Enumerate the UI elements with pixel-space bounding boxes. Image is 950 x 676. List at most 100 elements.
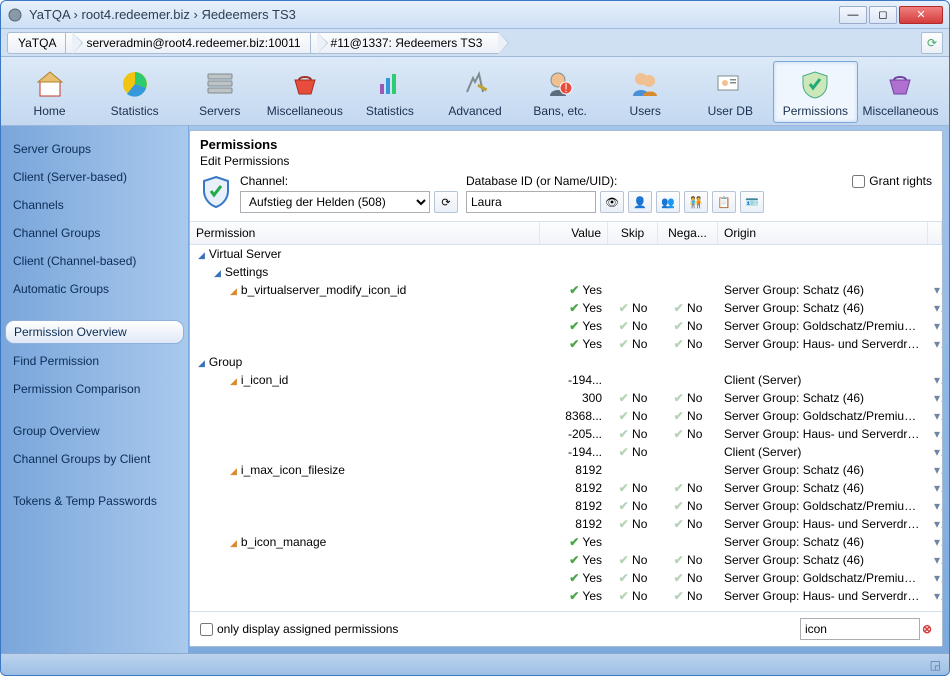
permission-row[interactable]: ◢b_virtualserver_modify_icon_id✔ YesServ… <box>190 281 942 299</box>
card-icon[interactable]: 🪪 <box>740 191 764 213</box>
db-id-input[interactable] <box>466 191 596 213</box>
tree-group[interactable]: ◢Settings <box>190 263 942 281</box>
toolbar-permissions[interactable]: Permissions <box>773 61 858 123</box>
row-expand-icon[interactable] <box>928 246 942 262</box>
row-expand-icon[interactable]: ▾ <box>928 426 942 442</box>
expand-icon: ◢ <box>198 358 205 368</box>
sidebar-item-group-overview[interactable]: Group Overview <box>5 420 184 442</box>
row-expand-icon[interactable]: ▾ <box>928 552 942 568</box>
row-expand-icon[interactable]: ▾ <box>928 498 942 514</box>
row-expand-icon[interactable]: ▾ <box>928 372 942 388</box>
crumb-2[interactable]: #11@1337: Яedeemers TS3 <box>310 32 500 54</box>
row-expand-icon[interactable]: ▾ <box>928 300 942 316</box>
permission-row[interactable]: 8192✔ No✔ NoServer Group: Haus- und Serv… <box>190 515 942 533</box>
grant-rights-checkbox[interactable]: Grant rights <box>852 174 932 188</box>
group-icon[interactable]: 👥 <box>656 191 680 213</box>
permission-row[interactable]: ✔ Yes✔ No✔ NoServer Group: Schatz (46)▾ <box>190 551 942 569</box>
sidebar-item-client-channel-based-[interactable]: Client (Channel-based) <box>5 250 184 272</box>
toolbar-advanced[interactable]: Advanced <box>432 61 517 123</box>
sidebar-item-tokens-temp-passwords[interactable]: Tokens & Temp Passwords <box>5 490 184 512</box>
tree-group[interactable]: ◢Group <box>190 353 942 371</box>
row-expand-icon[interactable] <box>928 264 942 280</box>
toolbar-miscellaneous[interactable]: Miscellaneous <box>858 61 943 123</box>
toolbar-icon <box>797 66 833 102</box>
toolbar-statistics[interactable]: Statistics <box>92 61 177 123</box>
permission-row[interactable]: ◢i_max_icon_filesize8192Server Group: Sc… <box>190 461 942 479</box>
crumb-0[interactable]: YaTQA <box>7 32 73 54</box>
row-expand-icon[interactable]: ▾ <box>928 390 942 406</box>
refresh-channel-button[interactable]: ⟳ <box>434 191 458 213</box>
permission-row[interactable]: 8192✔ No✔ NoServer Group: Goldschatz/Pre… <box>190 497 942 515</box>
row-expand-icon[interactable]: ▾ <box>928 336 942 352</box>
refresh-button[interactable]: ⟳ <box>921 32 943 54</box>
col-negate[interactable]: Nega... <box>658 222 718 244</box>
expand-icon: ◢ <box>230 286 237 296</box>
permission-row[interactable]: ◢b_icon_manage✔ YesServer Group: Schatz … <box>190 533 942 551</box>
toolbar-statistics[interactable]: Statistics <box>347 61 432 123</box>
row-expand-icon[interactable]: ▾ <box>928 480 942 496</box>
clear-filter-icon[interactable]: ⊗ <box>922 622 932 636</box>
row-expand-icon[interactable]: ▾ <box>928 588 942 604</box>
permission-row[interactable]: ✔ Yes✔ No✔ NoServer Group: Goldschatz/Pr… <box>190 569 942 587</box>
check-pale-icon: ✔ <box>674 499 684 513</box>
permission-row[interactable]: 8368...✔ No✔ NoServer Group: Goldschatz/… <box>190 407 942 425</box>
user-icon[interactable]: 👤 <box>628 191 652 213</box>
sidebar-item-channels[interactable]: Channels <box>5 194 184 216</box>
resize-grip-icon[interactable]: ◲ <box>930 658 941 672</box>
toolbar-icon <box>117 66 153 102</box>
col-permission[interactable]: Permission <box>190 222 540 244</box>
row-expand-icon[interactable]: ▾ <box>928 318 942 334</box>
row-expand-icon[interactable]: ▾ <box>928 462 942 478</box>
tree-group[interactable]: ◢Virtual Server <box>190 245 942 263</box>
sidebar-item-channel-groups[interactable]: Channel Groups <box>5 222 184 244</box>
toolbar-servers[interactable]: Servers <box>177 61 262 123</box>
row-expand-icon[interactable]: ▾ <box>928 282 942 298</box>
sidebar-item-permission-comparison[interactable]: Permission Comparison <box>5 378 184 400</box>
check-pale-icon: ✔ <box>619 337 629 351</box>
row-expand-icon[interactable]: ▾ <box>928 408 942 424</box>
row-expand-icon[interactable]: ▾ <box>928 534 942 550</box>
users-icon[interactable]: 🧑‍🤝‍🧑 <box>684 191 708 213</box>
permission-row[interactable]: ✔ Yes✔ No✔ NoServer Group: Goldschatz/Pr… <box>190 317 942 335</box>
sidebar-item-automatic-groups[interactable]: Automatic Groups <box>5 278 184 300</box>
sidebar-item-permission-overview[interactable]: Permission Overview <box>5 320 184 344</box>
check-pale-icon: ✔ <box>619 517 629 531</box>
crumb-1[interactable]: serveradmin@root4.redeemer.biz:10011 <box>65 32 317 54</box>
sidebar-item-client-server-based-[interactable]: Client (Server-based) <box>5 166 184 188</box>
close-button[interactable]: ✕ <box>899 6 943 24</box>
toolbar-miscellaneous[interactable]: Miscellaneous <box>262 61 347 123</box>
row-expand-icon[interactable]: ▾ <box>928 516 942 532</box>
view-icon[interactable]: 👁 <box>600 191 624 213</box>
permission-row[interactable]: -205...✔ No✔ NoServer Group: Haus- und S… <box>190 425 942 443</box>
permission-row[interactable]: 8192✔ No✔ NoServer Group: Schatz (46)▾ <box>190 479 942 497</box>
col-skip[interactable]: Skip <box>608 222 658 244</box>
permission-row[interactable]: ✔ Yes✔ No✔ NoServer Group: Schatz (46)▾ <box>190 299 942 317</box>
toolbar-bans-etc-[interactable]: !Bans, etc. <box>518 61 603 123</box>
permission-row[interactable]: ✔ Yes✔ No✔ NoServer Group: Haus- und Ser… <box>190 587 942 605</box>
col-value[interactable]: Value <box>540 222 608 244</box>
sidebar-item-server-groups[interactable]: Server Groups <box>5 138 184 160</box>
row-expand-icon[interactable]: ▾ <box>928 444 942 460</box>
toolbar-icon <box>882 66 918 102</box>
row-expand-icon[interactable] <box>928 354 942 370</box>
permission-row[interactable]: ◢i_icon_id-194...Client (Server)▾ <box>190 371 942 389</box>
sidebar-item-find-permission[interactable]: Find Permission <box>5 350 184 372</box>
minimize-button[interactable]: — <box>839 6 867 24</box>
row-expand-icon[interactable]: ▾ <box>928 570 942 586</box>
permission-row[interactable]: ✔ Yes✔ No✔ NoServer Group: Haus- und Ser… <box>190 335 942 353</box>
list-icon[interactable]: 📋 <box>712 191 736 213</box>
only-assigned-checkbox[interactable]: only display assigned permissions <box>200 622 398 636</box>
permission-row[interactable]: -194...✔ NoClient (Server)▾ <box>190 443 942 461</box>
permission-row[interactable]: 300✔ No✔ NoServer Group: Schatz (46)▾ <box>190 389 942 407</box>
check-icon: ✔ <box>569 553 579 567</box>
channel-select[interactable]: Aufstieg der Helden (508) <box>240 191 430 213</box>
check-pale-icon: ✔ <box>619 391 629 405</box>
maximize-button[interactable]: ◻ <box>869 6 897 24</box>
toolbar-users[interactable]: Users <box>603 61 688 123</box>
toolbar-user-db[interactable]: User DB <box>688 61 773 123</box>
filter-input[interactable] <box>800 618 920 640</box>
col-origin[interactable]: Origin <box>718 222 928 244</box>
svg-text:!: ! <box>564 81 567 95</box>
sidebar-item-channel-groups-by-client[interactable]: Channel Groups by Client <box>5 448 184 470</box>
toolbar-home[interactable]: Home <box>7 61 92 123</box>
